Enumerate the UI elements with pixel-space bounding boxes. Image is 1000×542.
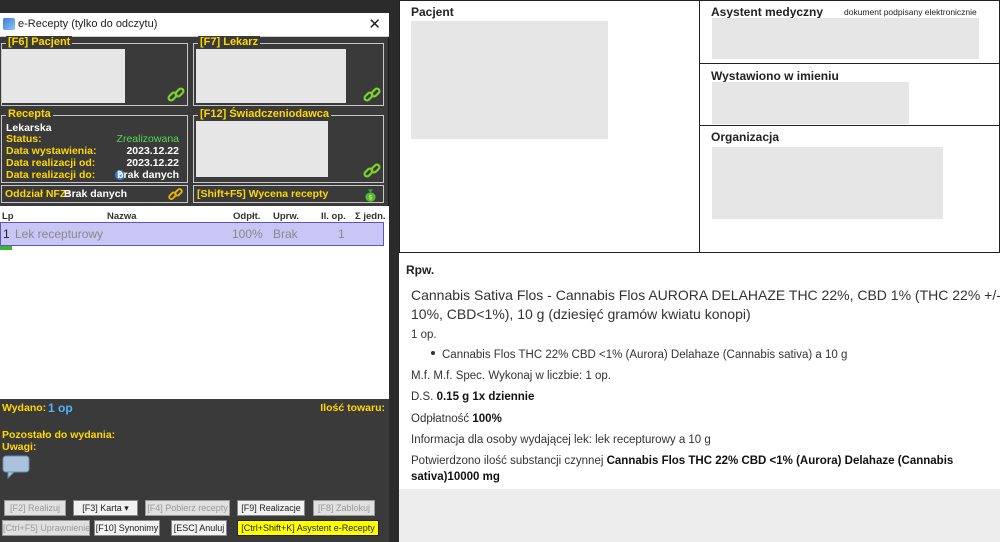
- oddzial-value: Brak danych: [64, 188, 128, 200]
- status-value: Zrealizowana: [116, 133, 179, 145]
- wystawiono-heading: Wystawiono w imieniu: [711, 69, 839, 83]
- chat-icon[interactable]: [2, 455, 30, 479]
- oddzial-nfz-panel: Oddział NFZ: Brak danych: [1, 185, 188, 203]
- row-lp: 1: [3, 227, 10, 241]
- data-wystawienia-value: 2023.12.22: [126, 145, 179, 157]
- pacjent-panel: [F6] Pacjent: [1, 36, 188, 106]
- drug-name-line-1: Cannabis Sativa Flos - Cannabis Flos AUR…: [411, 287, 1000, 303]
- doc-divider-h2: [700, 125, 1000, 126]
- ds-prefix: D.S.: [411, 391, 434, 403]
- row-status-bar: [0, 246, 12, 250]
- lekarz-redacted: [196, 49, 346, 103]
- doc-divider-vertical: [699, 0, 700, 253]
- ingredient-line: Cannabis Flos THC 22% CBD <1% (Aurora) D…: [442, 349, 848, 361]
- prescription-document: Pacjent Asystent medyczny dokument podpi…: [399, 0, 1000, 489]
- bullet-icon: [431, 351, 435, 355]
- col-header-odplt: Odpłt.: [233, 211, 261, 222]
- wycena-label[interactable]: [Shift+F5] Wycena recepty: [197, 188, 328, 200]
- potwierdzono-prefix: Potwierdzono ilość substancji czynnej: [411, 455, 604, 467]
- uwagi-label: Uwagi:: [2, 441, 37, 453]
- close-icon[interactable]: ✕: [368, 15, 381, 33]
- col-header-lp: Lp: [2, 211, 14, 222]
- odplatnosc-line: Odpłatność 100%: [411, 413, 502, 425]
- organizacja-heading: Organizacja: [711, 130, 780, 144]
- odplatnosc-value: 100%: [472, 413, 502, 425]
- lekarz-panel-title[interactable]: [F7] Lekarz: [198, 36, 261, 48]
- row-uprw: Brak: [273, 227, 298, 241]
- pacjent-heading: Pacjent: [411, 5, 454, 19]
- swiadczeniodawca-panel: [F12] Świadczeniodawca: [193, 108, 384, 183]
- link-icon[interactable]: [362, 161, 382, 181]
- karta-button[interactable]: [F3] Karta ▾: [73, 500, 138, 516]
- button-bar: [F2] Realizuj [F3] Karta ▾ [F4] Pobierz …: [0, 495, 389, 542]
- wydano-label: Wydano:: [2, 402, 47, 414]
- doc-divider-h1: [700, 63, 1000, 64]
- potwierdzono-value-1: Cannabis Flos THC 22% CBD <1% (Aurora) D…: [606, 455, 954, 467]
- package-count: 1 op.: [411, 329, 437, 341]
- row-odplt: 100%: [232, 227, 263, 241]
- lekarz-panel: [F7] Lekarz: [193, 36, 384, 106]
- doc-wystawiono-redacted: [712, 82, 909, 124]
- status-label: Status:: [6, 133, 42, 145]
- synonimy-button[interactable]: [F10] Synonimy: [94, 520, 160, 536]
- table-row[interactable]: 1 Lek recepturowy 100% Brak 1: [0, 222, 384, 246]
- oddzial-label: Oddział NFZ:: [5, 188, 70, 200]
- podpisany-note: dokument podpisany elektronicznie: [844, 7, 977, 17]
- doc-asystent-redacted: [712, 18, 979, 59]
- recepta-panel: Recepta Lekarska Status: Zrealizowana Da…: [1, 108, 188, 183]
- data-realizacji-do-label: Data realizacji do:: [6, 169, 96, 181]
- potwierdzono-line-1: Potwierdzono ilość substancji czynnej Ca…: [411, 455, 953, 467]
- swiadczeniodawca-redacted: [196, 121, 328, 177]
- swiadczeniodawca-panel-title[interactable]: [F12] Świadczeniodawca: [198, 108, 331, 120]
- col-header-ilop: Il. op.: [321, 211, 346, 222]
- doc-organizacja-redacted: [712, 147, 943, 219]
- ds-value: 0.15 g 1x dziennie: [436, 391, 535, 403]
- col-header-nazwa: Nazwa: [107, 211, 137, 222]
- row-ilop: 1: [338, 227, 345, 241]
- data-wystawienia-label: Data wystawienia:: [6, 145, 97, 157]
- col-header-uprw: Uprw.: [273, 211, 300, 222]
- drug-grid: Lp Nazwa Odpłt. Uprw. Il. op. Σ jedn. 1 …: [0, 206, 389, 399]
- realizacje-button[interactable]: [F9] Realizacje: [237, 500, 305, 516]
- asystent-heading: Asystent medyczny: [711, 5, 824, 19]
- col-header-sum-jedn: Σ jedn.: [355, 211, 386, 222]
- data-realizacji-do-value: brak danych: [117, 169, 179, 181]
- pobierz-recepty-button[interactable]: [F4] Pobierz recepty: [145, 500, 230, 516]
- asystent-erecepty-button[interactable]: [Ctrl+Shift+K] Asystent e-Recepty: [237, 520, 379, 536]
- realizuj-button[interactable]: [F2] Realizuj: [4, 500, 66, 516]
- informacja-line: Informacja dla osoby wydającej lek: lek …: [411, 434, 711, 446]
- uprawnienie-button[interactable]: [Ctrl+F5] Uprawnienie: [2, 520, 90, 536]
- erecepty-window: e-Recepty (tylko do odczytu) ✕ [F6] Pacj…: [0, 13, 389, 542]
- link-icon[interactable]: [166, 85, 186, 105]
- ds-line: D.S. 0.15 g 1x dziennie: [411, 391, 534, 403]
- money-bag-icon[interactable]: $: [362, 186, 379, 203]
- summary-area: Wydano: 1 op Ilość towaru: Pozostało do …: [0, 399, 389, 495]
- zablokuj-button[interactable]: [F8] Zablokuj: [313, 500, 375, 516]
- chain-icon[interactable]: [167, 186, 184, 203]
- link-icon[interactable]: [362, 85, 382, 105]
- potwierdzono-value-2: sativa)10000 mg: [411, 471, 500, 483]
- wydano-value: 1 op: [48, 401, 73, 415]
- odplatnosc-prefix: Odpłatność: [411, 413, 470, 425]
- doc-pacjent-redacted: [411, 21, 608, 139]
- anuluj-button[interactable]: [ESC] Anuluj: [171, 520, 227, 536]
- data-realizacji-od-value: 2023.12.22: [126, 157, 179, 169]
- app-icon: [3, 18, 15, 30]
- ilosc-towaru-label: Ilość towaru:: [320, 402, 385, 414]
- drug-name-line-2: 10%, CBD<1%), 10 g (dziesięć gramów kwia…: [411, 306, 751, 322]
- window-title: e-Recepty (tylko do odczytu): [18, 18, 158, 30]
- wycena-panel[interactable]: [Shift+F5] Wycena recepty $: [193, 185, 384, 203]
- row-nazwa: Lek recepturowy: [15, 227, 104, 241]
- data-realizacji-od-label: Data realizacji od:: [6, 157, 96, 169]
- mf-line: M.f. M.f. Spec. Wykonaj w liczbie: 1 op.: [411, 370, 611, 382]
- rpw-heading: Rpw.: [406, 263, 435, 277]
- pacjent-redacted: [2, 49, 125, 103]
- pacjent-panel-title[interactable]: [F6] Pacjent: [6, 36, 73, 48]
- pozostalo-label: Pozostało do wydania:: [2, 429, 116, 441]
- title-bar: e-Recepty (tylko do odczytu) ✕: [0, 13, 389, 37]
- recepta-panel-title: Recepta: [6, 108, 53, 120]
- document-bottom-gap: [399, 489, 1000, 542]
